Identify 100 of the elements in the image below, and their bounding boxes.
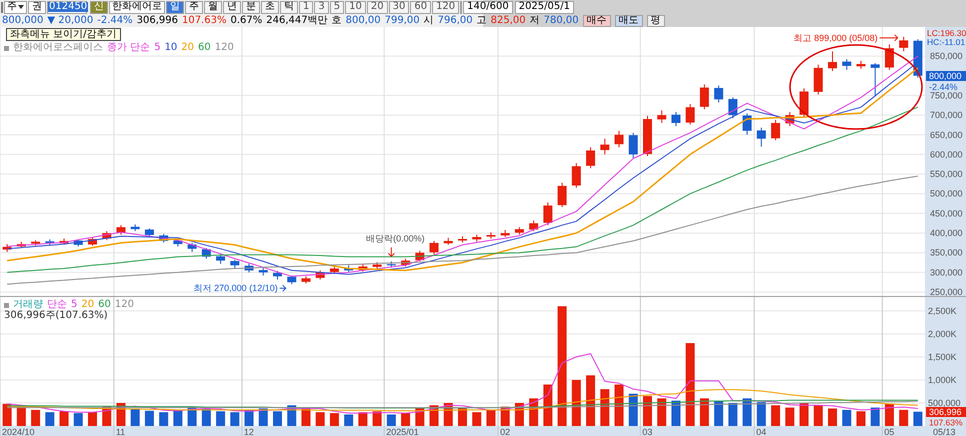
candlestick (330, 266, 339, 274)
price-axis-label: 600,000 (930, 149, 963, 160)
candlestick (472, 234, 482, 242)
period-tab[interactable]: 초 (261, 0, 279, 14)
interval-button[interactable]: 10 (345, 0, 366, 14)
bid-price: 799,00 (384, 16, 420, 26)
ma-period-label: 5 (71, 300, 78, 310)
interval-field[interactable] (460, 0, 462, 14)
low-price-label: 최저 270,000 (12/10) (194, 283, 278, 294)
candlestick (899, 36, 908, 52)
price-axis-label: 450,000 (930, 208, 963, 218)
ma-period-label: 120 (214, 43, 234, 53)
date-axis-label: 03 (642, 427, 652, 436)
ma-period-label: 120 (114, 300, 134, 310)
stock-code-field[interactable]: 012450 (47, 0, 87, 14)
candlestick (800, 88, 809, 118)
market-dropdown[interactable]: 주 (4, 0, 27, 14)
ma-period-label: 20 (81, 300, 94, 310)
ma-period-label: 20 (181, 43, 194, 53)
candlestick (572, 162, 581, 188)
candlestick (116, 224, 126, 236)
ask-label: 호 (332, 16, 342, 26)
candlestick (500, 229, 510, 238)
candlestick (16, 241, 26, 249)
candlestick (202, 248, 211, 260)
candlestick (586, 146, 596, 169)
period-tab[interactable]: 년 (223, 0, 241, 14)
order-button[interactable]: 매수 (582, 14, 611, 26)
candlestick (529, 220, 538, 232)
interval-button[interactable]: 120 (432, 0, 460, 14)
period-tab[interactable]: 월 (204, 0, 222, 14)
ma-type-label: 단순 (47, 300, 67, 310)
open-price: 796,00 (438, 16, 473, 26)
high-price-label: 최고 899,000 (05/08) (794, 32, 878, 43)
candlestick (415, 250, 424, 262)
candlestick (358, 264, 368, 272)
arrow-icon (279, 284, 286, 292)
candlestick (756, 127, 766, 148)
date-axis-label: 2024/10 (2, 427, 35, 436)
down-arrow-icon (388, 246, 395, 258)
date-axis-label: 05 (884, 427, 894, 436)
candlestick (258, 267, 268, 276)
candlestick (558, 182, 567, 208)
period-tab[interactable]: 틱 (280, 0, 298, 14)
candlestick (700, 84, 709, 110)
type-dropdown[interactable]: 권 (28, 0, 46, 14)
tooltip: 좌측메뉴 보이기/감추기 (6, 28, 121, 41)
ask-price: 800,00 (346, 16, 381, 26)
interval-button[interactable]: 3 (314, 0, 329, 14)
candlestick (60, 238, 69, 245)
open-label: 시 (424, 16, 434, 26)
ma-period-label: 5 (154, 43, 161, 53)
candlestick (828, 50, 837, 72)
candlestick (430, 240, 439, 255)
ma-period-label: 10 (164, 43, 178, 53)
count-field[interactable]: 140/600 (463, 0, 513, 14)
low-price: 780,00 (544, 16, 579, 26)
volume-reading: 306,996주(107.63%) (4, 311, 108, 321)
volume-axis-label: 1,000K (928, 374, 957, 385)
date-field[interactable]: 2025/05/1 (514, 0, 574, 14)
interval-button[interactable]: 5 (330, 0, 344, 14)
current-price: 800,000 (2, 16, 44, 26)
turnover-rate: 0.67% (230, 16, 262, 26)
change-rate: -2.44% (97, 16, 133, 26)
candlestick (401, 258, 410, 267)
interval-button[interactable]: 60 (410, 0, 432, 14)
period-tab[interactable]: 분 (242, 0, 260, 14)
interval-button[interactable]: 20 (366, 0, 388, 14)
candlestick (514, 226, 524, 236)
candlestick (273, 270, 282, 280)
price-axis-label: 750,000 (930, 90, 963, 100)
volume-axis-label: 2,500K (928, 306, 957, 316)
order-button[interactable]: 평 (646, 14, 665, 26)
period-tab[interactable]: 일 (166, 0, 184, 14)
date-axis-label: 11 (116, 427, 126, 436)
ma-type-label: 종가 단순 (107, 43, 150, 53)
candlestick (287, 275, 296, 285)
new-badge[interactable]: 신 (90, 0, 108, 14)
candlestick (742, 113, 752, 136)
high-price: 825,00 (490, 16, 526, 26)
volume-axis-label: 1,500K (928, 352, 957, 362)
candlestick (785, 111, 794, 127)
candlestick (316, 270, 325, 280)
candlestick (842, 58, 852, 70)
price-axis-label: 700,000 (930, 110, 963, 120)
price-axis-label: 350,000 (930, 248, 963, 258)
candlestick (386, 260, 396, 268)
candlestick (543, 202, 552, 226)
period-tab[interactable]: 주 (185, 0, 203, 14)
candlestick (144, 228, 154, 238)
trade-amount: 246,447백만 (266, 16, 328, 26)
hc-value: HC:-11.01 (927, 37, 966, 47)
interval-button[interactable]: 1 (299, 0, 314, 14)
price-axis-label: 650,000 (930, 130, 963, 140)
order-button[interactable]: 매도 (614, 14, 643, 26)
stock-name: 한화에어로스페이스 (13, 43, 103, 53)
price-axis-label: 850,000 (930, 51, 963, 62)
volume-axis-label: 2,000K (928, 328, 957, 339)
interval-button[interactable]: 30 (388, 0, 410, 14)
stock-name-field[interactable]: 한화에어로 (109, 0, 165, 14)
